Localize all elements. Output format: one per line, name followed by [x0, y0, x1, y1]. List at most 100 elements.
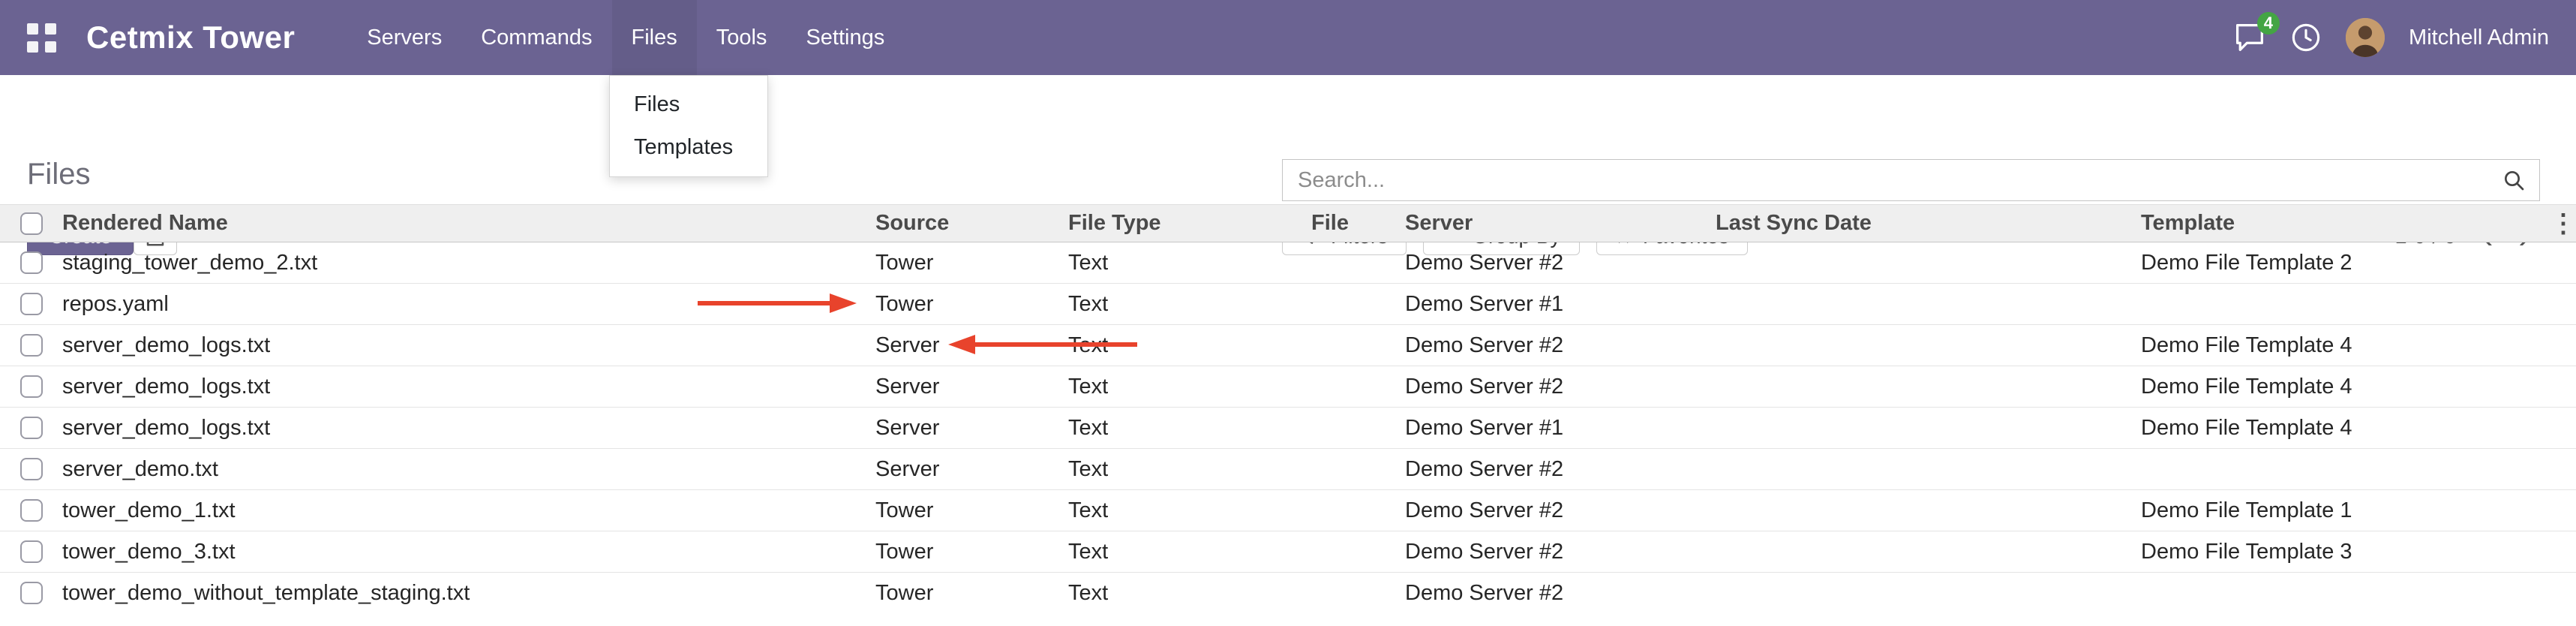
activities-icon[interactable] [2290, 22, 2322, 53]
row-checkbox[interactable] [20, 417, 43, 439]
table-body: staging_tower_demo_2.txt Tower Text Demo… [0, 242, 2576, 614]
select-all-cell[interactable] [0, 205, 62, 242]
messages-icon[interactable]: 4 [2233, 23, 2266, 53]
cell-last-sync-date [1716, 325, 2141, 366]
row-checkbox[interactable] [20, 375, 43, 398]
cell-file [1311, 325, 1405, 366]
row-checkbox-cell[interactable] [0, 490, 62, 531]
row-checkbox[interactable] [20, 458, 43, 480]
cell-server: Demo Server #2 [1405, 325, 1716, 366]
cell-file-type: Text [1068, 573, 1311, 614]
table-row[interactable]: staging_tower_demo_2.txt Tower Text Demo… [0, 242, 2576, 284]
row-checkbox-cell[interactable] [0, 573, 62, 614]
cell-template [2141, 449, 2550, 490]
search-input[interactable] [1296, 167, 2502, 194]
messages-badge: 4 [2257, 12, 2280, 35]
cell-source: Server [875, 449, 1068, 490]
row-checkbox-cell[interactable] [0, 325, 62, 366]
cell-last-sync-date [1716, 242, 2141, 284]
column-file[interactable]: File [1311, 205, 1405, 242]
dropdown-item-files[interactable]: Files [610, 83, 767, 126]
select-all-checkbox[interactable] [20, 212, 43, 235]
table-row[interactable]: server_demo.txt Server Text Demo Server … [0, 449, 2576, 490]
user-avatar[interactable] [2346, 18, 2385, 57]
avatar-image [2346, 18, 2385, 57]
cell-server: Demo Server #2 [1405, 366, 1716, 408]
row-checkbox-cell[interactable] [0, 366, 62, 408]
cell-source: Server [875, 325, 1068, 366]
table-row[interactable]: repos.yaml Tower Text Demo Server #1 [0, 284, 2576, 325]
table-row[interactable]: tower_demo_1.txt Tower Text Demo Server … [0, 490, 2576, 531]
table-header-row: Rendered Name Source File Type File Serv… [0, 205, 2576, 242]
row-checkbox-cell[interactable] [0, 531, 62, 573]
menu-item-commands[interactable]: Commands [461, 0, 611, 75]
row-checkbox[interactable] [20, 334, 43, 357]
row-checkbox[interactable] [20, 582, 43, 604]
column-template[interactable]: Template [2141, 205, 2550, 242]
column-server[interactable]: Server [1405, 205, 1716, 242]
column-last-sync-date[interactable]: Last Sync Date [1716, 205, 2141, 242]
files-dropdown-menu: Files Templates [609, 75, 768, 177]
cell-rendered-name: server_demo_logs.txt [62, 325, 875, 366]
row-checkbox-cell[interactable] [0, 284, 62, 325]
cell-file [1311, 573, 1405, 614]
dropdown-item-templates[interactable]: Templates [610, 126, 767, 169]
cell-rendered-name: tower_demo_without_template_staging.txt [62, 573, 875, 614]
cell-template: Demo File Template 2 [2141, 242, 2550, 284]
cell-last-sync-date [1716, 531, 2141, 573]
table-row[interactable]: server_demo_logs.txt Server Text Demo Se… [0, 366, 2576, 408]
cell-file-type: Text [1068, 490, 1311, 531]
table-row[interactable]: tower_demo_without_template_staging.txt … [0, 573, 2576, 614]
files-list-table: Rendered Name Source File Type File Serv… [0, 204, 2576, 614]
cell-rendered-name: server_demo_logs.txt [62, 408, 875, 449]
cell-last-sync-date [1716, 408, 2141, 449]
cell-file-type: Text [1068, 284, 1311, 325]
top-navbar: Cetmix Tower Servers Commands Files Tool… [0, 0, 2576, 75]
table-row[interactable]: server_demo_logs.txt Server Text Demo Se… [0, 408, 2576, 449]
cell-source: Tower [875, 531, 1068, 573]
table-row[interactable]: server_demo_logs.txt Server Text Demo Se… [0, 325, 2576, 366]
cell-source: Server [875, 408, 1068, 449]
cell-file [1311, 449, 1405, 490]
cell-file [1311, 366, 1405, 408]
cell-source: Tower [875, 284, 1068, 325]
navbar-right: 4 Mitchell Admin [2233, 18, 2549, 57]
cell-file-type: Text [1068, 366, 1311, 408]
user-name[interactable]: Mitchell Admin [2409, 26, 2549, 50]
menu-item-files[interactable]: Files [612, 0, 697, 75]
cell-rendered-name: server_demo.txt [62, 449, 875, 490]
cell-template: Demo File Template 4 [2141, 325, 2550, 366]
menu-item-settings[interactable]: Settings [786, 0, 904, 75]
column-rendered-name[interactable]: Rendered Name [62, 205, 875, 242]
table-row[interactable]: tower_demo_3.txt Tower Text Demo Server … [0, 531, 2576, 573]
row-checkbox[interactable] [20, 499, 43, 522]
search-bar [1282, 159, 2540, 201]
cell-source: Tower [875, 573, 1068, 614]
cell-file [1311, 531, 1405, 573]
cell-file-type: Text [1068, 408, 1311, 449]
row-checkbox-cell[interactable] [0, 242, 62, 284]
apps-grid-icon[interactable] [27, 23, 56, 53]
cell-last-sync-date [1716, 449, 2141, 490]
cell-server: Demo Server #2 [1405, 490, 1716, 531]
cell-server: Demo Server #2 [1405, 531, 1716, 573]
cell-file [1311, 490, 1405, 531]
cell-file [1311, 242, 1405, 284]
row-checkbox-cell[interactable] [0, 449, 62, 490]
optional-columns-icon[interactable]: ⋮ [2550, 205, 2576, 242]
row-checkbox[interactable] [20, 251, 43, 274]
row-checkbox[interactable] [20, 293, 43, 315]
main-menu: Servers Commands Files Tools Settings [347, 0, 904, 75]
cell-file [1311, 284, 1405, 325]
search-icon[interactable] [2502, 168, 2526, 192]
cell-server: Demo Server #1 [1405, 284, 1716, 325]
menu-item-servers[interactable]: Servers [347, 0, 461, 75]
page-title: Files [27, 158, 90, 191]
row-checkbox-cell[interactable] [0, 408, 62, 449]
column-file-type[interactable]: File Type [1068, 205, 1311, 242]
column-source[interactable]: Source [875, 205, 1068, 242]
cell-last-sync-date [1716, 366, 2141, 408]
row-checkbox[interactable] [20, 540, 43, 563]
cell-server: Demo Server #2 [1405, 242, 1716, 284]
menu-item-tools[interactable]: Tools [697, 0, 787, 75]
